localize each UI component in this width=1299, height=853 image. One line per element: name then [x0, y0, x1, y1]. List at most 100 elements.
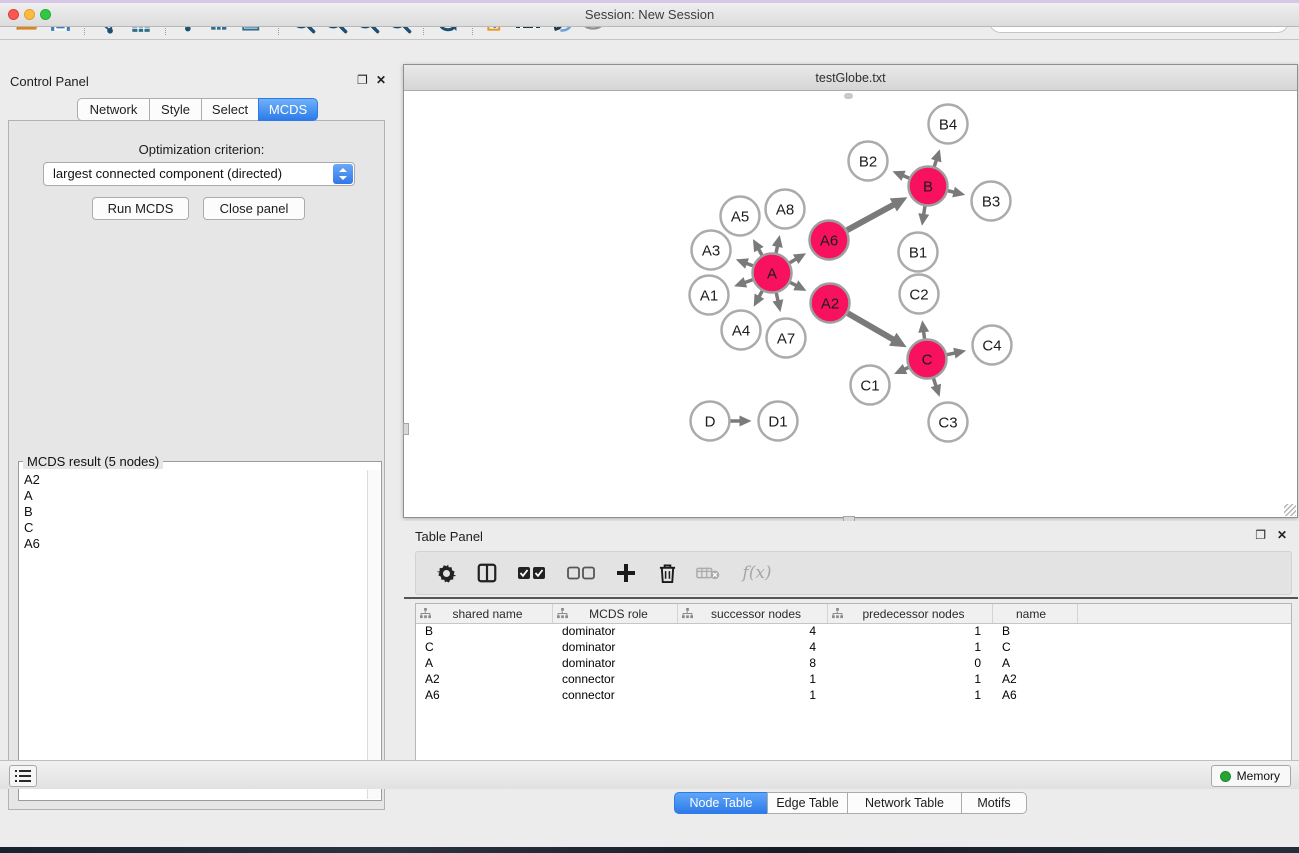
- table-cell[interactable]: connector: [553, 672, 678, 688]
- resize-grip-icon[interactable]: [1284, 504, 1296, 516]
- column-header-successor-nodes[interactable]: successor nodes: [678, 604, 828, 623]
- delete-table-icon: [696, 561, 720, 585]
- table-cell[interactable]: 1: [828, 640, 993, 656]
- column-tree-icon: [682, 608, 693, 619]
- tab-select[interactable]: Select: [201, 98, 259, 121]
- dropdown-stepper-icon: [333, 164, 353, 184]
- table-cell[interactable]: C: [993, 640, 1078, 656]
- table-cell[interactable]: A2: [416, 672, 553, 688]
- graph-node-label: A: [767, 265, 777, 282]
- table-cell[interactable]: A: [993, 656, 1078, 672]
- select-all-icon[interactable]: [516, 561, 548, 585]
- delete-entry-icon[interactable]: [655, 561, 679, 585]
- network-view-window: testGlobe.txt AA6A2BCA5A8A3A1A4A7B2B4B3B…: [403, 64, 1298, 518]
- table-cell[interactable]: B: [416, 624, 553, 640]
- graph-node-label: B3: [982, 193, 1000, 210]
- close-table-panel-icon[interactable]: ✕: [1277, 528, 1287, 542]
- add-entry-icon[interactable]: [614, 561, 638, 585]
- close-panel-button[interactable]: Close panel: [203, 197, 305, 220]
- table-cell[interactable]: C: [416, 640, 553, 656]
- graph-node-label: D1: [768, 413, 787, 430]
- run-mcds-button[interactable]: Run MCDS: [92, 197, 189, 220]
- table-cell[interactable]: A6: [416, 688, 553, 704]
- graph-node-label: A2: [821, 295, 839, 312]
- table-cell[interactable]: B: [993, 624, 1078, 640]
- memory-button[interactable]: Memory: [1211, 765, 1291, 787]
- table-cell[interactable]: 1: [828, 672, 993, 688]
- graph-node-label: A3: [702, 242, 720, 259]
- tab-mcds[interactable]: MCDS: [258, 98, 318, 121]
- graph-node-label: C1: [860, 377, 879, 394]
- network-view-title: testGlobe.txt: [404, 71, 1297, 85]
- mcds-result-list[interactable]: A2ABCA6: [20, 470, 368, 799]
- table-panel-title: Table Panel: [415, 529, 483, 544]
- desktop-strip: [0, 847, 1299, 853]
- table-cell[interactable]: dominator: [553, 640, 678, 656]
- column-header-name[interactable]: name: [993, 604, 1078, 623]
- window-title: Session: New Session: [0, 7, 1299, 22]
- result-item[interactable]: A2: [24, 472, 368, 488]
- tab-network-table[interactable]: Network Table: [847, 792, 962, 814]
- graph-edge-A2-C[interactable]: [848, 313, 895, 340]
- column-header-label: successor nodes: [693, 607, 827, 621]
- table-row[interactable]: Adominator80A: [416, 656, 1291, 672]
- graph-node-label: B: [923, 178, 933, 195]
- graph-node-label: B1: [909, 244, 927, 261]
- show-columns-icon[interactable]: [475, 561, 499, 585]
- optimization-criterion-label: Optimization criterion:: [0, 142, 403, 157]
- table-row[interactable]: A2connector11A2: [416, 672, 1291, 688]
- graph-edge-A6-B[interactable]: [847, 204, 895, 230]
- tab-network[interactable]: Network: [77, 98, 150, 121]
- table-cell[interactable]: 8: [678, 656, 828, 672]
- table-cell[interactable]: 1: [678, 672, 828, 688]
- tab-node-table[interactable]: Node Table: [674, 792, 768, 814]
- tab-motifs[interactable]: Motifs: [961, 792, 1027, 814]
- criterion-dropdown[interactable]: largest connected component (directed): [43, 162, 355, 186]
- graph-node-label: D: [705, 413, 716, 430]
- result-item[interactable]: A6: [24, 536, 368, 552]
- table-cell[interactable]: 1: [828, 624, 993, 640]
- titlebar: Session: New Session: [0, 3, 1299, 27]
- column-header-predecessor-nodes[interactable]: predecessor nodes: [828, 604, 993, 623]
- splitter-handle-left[interactable]: [403, 423, 409, 435]
- network-canvas[interactable]: AA6A2BCA5A8A3A1A4A7B2B4B3B1C2C4C1C3DD1: [404, 91, 1297, 517]
- table-cell[interactable]: dominator: [553, 624, 678, 640]
- table-row[interactable]: Cdominator41C: [416, 640, 1291, 656]
- result-item[interactable]: B: [24, 504, 368, 520]
- result-item[interactable]: A: [24, 488, 368, 504]
- table-cell[interactable]: A: [416, 656, 553, 672]
- graph-node-label: A7: [777, 330, 795, 347]
- status-list-button[interactable]: [9, 765, 37, 787]
- tab-edge-table[interactable]: Edge Table: [767, 792, 848, 814]
- table-cell[interactable]: 0: [828, 656, 993, 672]
- table-cell[interactable]: 1: [828, 688, 993, 704]
- edge-arrowhead: [918, 320, 929, 333]
- table-cell[interactable]: 4: [678, 624, 828, 640]
- table-cell[interactable]: 1: [678, 688, 828, 704]
- network-graph[interactable]: AA6A2BCA5A8A3A1A4A7B2B4B3B1C2C4C1C3DD1: [404, 91, 1297, 517]
- table-cell[interactable]: 4: [678, 640, 828, 656]
- edge-arrowhead: [953, 348, 966, 359]
- settings-gear-icon[interactable]: [434, 561, 458, 585]
- graph-node-label: C2: [909, 286, 928, 303]
- close-panel-icon[interactable]: ✕: [376, 73, 386, 87]
- tab-style[interactable]: Style: [149, 98, 202, 121]
- column-header-shared-name[interactable]: shared name: [416, 604, 553, 623]
- result-item[interactable]: C: [24, 520, 368, 536]
- table-cell[interactable]: connector: [553, 688, 678, 704]
- criterion-value: largest connected component (directed): [53, 166, 282, 181]
- float-panel-icon[interactable]: ❐: [357, 73, 368, 87]
- canvas-handle[interactable]: [844, 93, 853, 99]
- table-cell[interactable]: A6: [993, 688, 1078, 704]
- table-row[interactable]: A6connector11A6: [416, 688, 1291, 704]
- float-table-panel-icon[interactable]: ❐: [1255, 528, 1266, 542]
- column-header-MCDS-role[interactable]: MCDS role: [553, 604, 678, 623]
- table-row[interactable]: Bdominator41B: [416, 624, 1291, 640]
- table-cell[interactable]: A2: [993, 672, 1078, 688]
- deselect-all-icon[interactable]: [565, 561, 597, 585]
- memory-label: Memory: [1237, 769, 1280, 783]
- network-window-titlebar: testGlobe.txt: [404, 65, 1297, 91]
- result-scrollbar[interactable]: [367, 470, 380, 799]
- edge-arrowhead: [931, 384, 941, 397]
- table-cell[interactable]: dominator: [553, 656, 678, 672]
